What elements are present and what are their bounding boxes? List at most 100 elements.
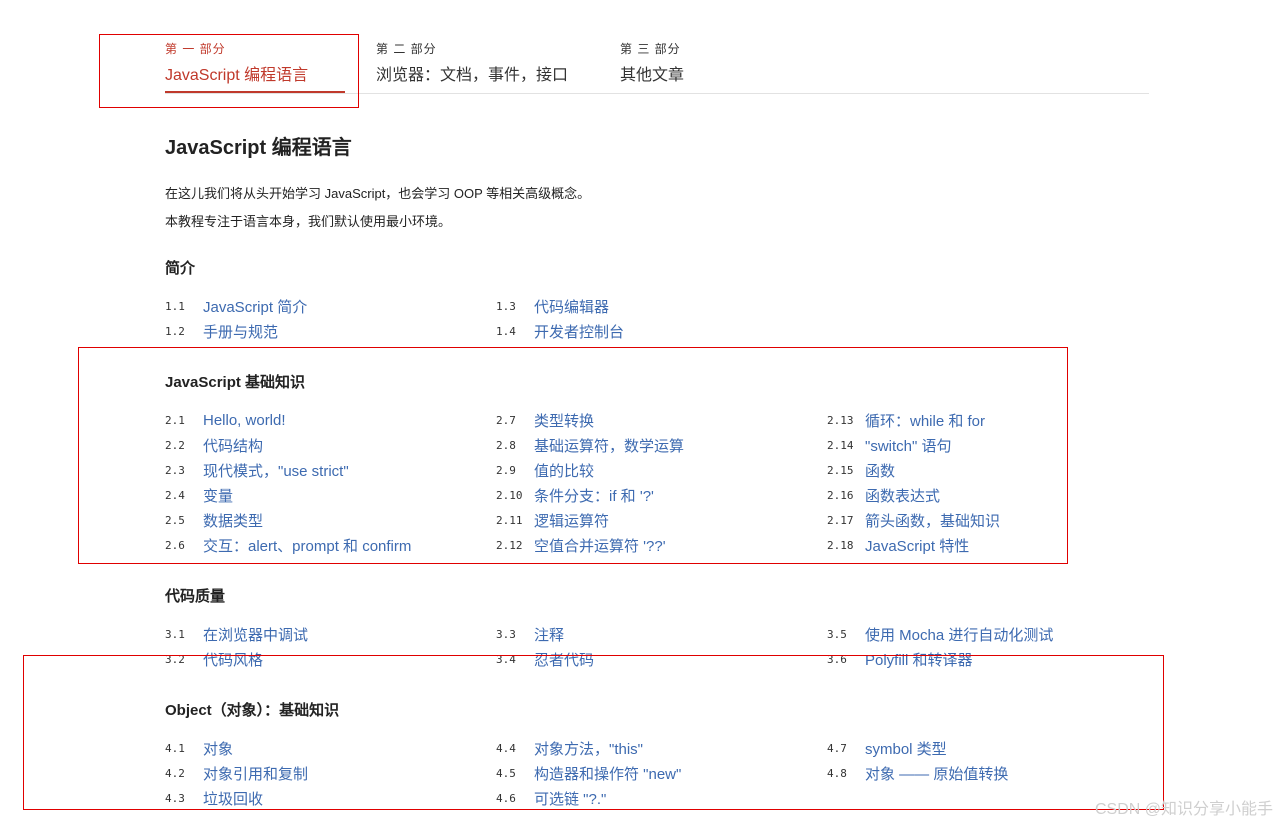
toc-item[interactable]: 2.15 函数	[827, 459, 895, 481]
toc-item-number: 1.3	[496, 299, 516, 313]
toc-item-number: 2.1	[165, 413, 185, 427]
toc-item-number: 2.6	[165, 538, 185, 552]
tab-part-1-kicker: 第 一 部分	[165, 42, 226, 56]
toc-item-link[interactable]: 使用 Mocha 进行自动化测试	[865, 624, 1053, 645]
toc-item-link[interactable]: 基础运算符，数学运算	[534, 435, 684, 456]
toc-item-link[interactable]: 开发者控制台	[534, 321, 624, 342]
toc-item-number: 3.3	[496, 627, 516, 641]
toc-item[interactable]: 1.1 JavaScript 简介	[165, 295, 307, 317]
toc-item-link[interactable]: 类型转换	[534, 410, 594, 431]
toc-item-link[interactable]: 对象方法，"this"	[534, 738, 643, 759]
toc-item[interactable]: 2.7 类型转换	[496, 409, 594, 431]
toc-item-link[interactable]: 垃圾回收	[203, 788, 263, 809]
toc-item-link[interactable]: JavaScript 特性	[865, 535, 969, 556]
toc-item-number: 2.9	[496, 463, 516, 477]
toc-item-link[interactable]: symbol 类型	[865, 738, 947, 759]
toc-item-link[interactable]: 代码结构	[203, 435, 263, 456]
toc-item-number: 2.17	[827, 513, 854, 527]
toc-item[interactable]: 3.5 使用 Mocha 进行自动化测试	[827, 623, 1053, 645]
toc-item[interactable]: 2.12 空值合并运算符 '??'	[496, 534, 666, 556]
toc-item-link[interactable]: 忍者代码	[534, 649, 594, 670]
toc-item-link[interactable]: 数据类型	[203, 510, 263, 531]
toc-item-number: 3.2	[165, 652, 185, 666]
toc-item[interactable]: 2.18 JavaScript 特性	[827, 534, 969, 556]
toc-item-number: 2.11	[496, 513, 523, 527]
section-title-intro: 简介	[165, 260, 196, 277]
toc-item[interactable]: 1.2 手册与规范	[165, 320, 278, 342]
toc-item-link[interactable]: "switch" 语句	[865, 435, 952, 456]
tab-part-2-label: 浏览器：文档，事件，接口	[376, 67, 569, 84]
toc-item[interactable]: 4.8 对象 —— 原始值转换	[827, 762, 1008, 784]
tab-part-2[interactable]: 第 二 部分 浏览器：文档，事件，接口	[376, 40, 596, 93]
toc-item[interactable]: 3.4 忍者代码	[496, 648, 594, 670]
toc-item-number: 4.5	[496, 766, 516, 780]
toc-item-link[interactable]: 代码风格	[203, 649, 263, 670]
toc-item-number: 2.8	[496, 438, 516, 452]
toc-item-link[interactable]: 函数	[865, 460, 895, 481]
toc-item-link[interactable]: 现代模式，"use strict"	[203, 460, 349, 481]
toc-item[interactable]: 2.16 函数表达式	[827, 484, 940, 506]
toc-item-link[interactable]: 对象 —— 原始值转换	[865, 763, 1008, 784]
toc-item-link[interactable]: Polyfill 和转译器	[865, 649, 973, 670]
toc-item[interactable]: 2.3 现代模式，"use strict"	[165, 459, 349, 481]
toc-item-number: 2.5	[165, 513, 185, 527]
toc-item-link[interactable]: 代码编辑器	[534, 296, 609, 317]
toc-item-number: 3.1	[165, 627, 185, 641]
toc-item-number: 2.12	[496, 538, 523, 552]
toc-item-link[interactable]: 对象引用和复制	[203, 763, 308, 784]
toc-item-link[interactable]: 注释	[534, 624, 564, 645]
toc-item[interactable]: 4.5 构造器和操作符 "new"	[496, 762, 681, 784]
toc-item-link[interactable]: Hello, world!	[203, 412, 286, 429]
toc-item-number: 2.2	[165, 438, 185, 452]
tab-part-3-label: 其他文章	[620, 67, 685, 84]
toc-item-number: 1.4	[496, 324, 516, 338]
toc-item[interactable]: 2.11 逻辑运算符	[496, 509, 609, 531]
toc-item-link[interactable]: 函数表达式	[865, 485, 940, 506]
toc-item[interactable]: 1.3 代码编辑器	[496, 295, 609, 317]
toc-item-link[interactable]: 值的比较	[534, 460, 594, 481]
toc-item[interactable]: 2.8 基础运算符，数学运算	[496, 434, 684, 456]
toc-item[interactable]: 2.13 循环：while 和 for	[827, 409, 985, 431]
toc-item[interactable]: 3.2 代码风格	[165, 648, 263, 670]
toc-item-number: 3.5	[827, 627, 847, 641]
tab-part-1[interactable]: 第 一 部分 JavaScript 编程语言	[165, 40, 345, 93]
toc-item[interactable]: 4.3 垃圾回收	[165, 787, 263, 809]
toc-item-link[interactable]: 构造器和操作符 "new"	[534, 763, 681, 784]
toc-item[interactable]: 3.6 Polyfill 和转译器	[827, 648, 973, 670]
toc-item-link[interactable]: 条件分支：if 和 '?'	[534, 485, 654, 506]
toc-item-number: 4.7	[827, 741, 847, 755]
tab-part-3[interactable]: 第 三 部分 其他文章	[620, 40, 740, 93]
toc-item[interactable]: 4.1 对象	[165, 737, 233, 759]
toc-item[interactable]: 3.1 在浏览器中调试	[165, 623, 308, 645]
toc-item[interactable]: 4.7 symbol 类型	[827, 737, 947, 759]
tab-part-1-label: JavaScript 编程语言	[165, 67, 309, 84]
toc-item-number: 4.6	[496, 791, 516, 805]
toc-item[interactable]: 2.5 数据类型	[165, 509, 263, 531]
toc-item[interactable]: 4.4 对象方法，"this"	[496, 737, 643, 759]
toc-item-link[interactable]: 循环：while 和 for	[865, 410, 985, 431]
toc-item[interactable]: 3.3 注释	[496, 623, 564, 645]
toc-item-link[interactable]: 对象	[203, 738, 233, 759]
toc-item-link[interactable]: 箭头函数，基础知识	[865, 510, 1000, 531]
toc-item[interactable]: 2.9 值的比较	[496, 459, 594, 481]
toc-item-link[interactable]: 变量	[203, 485, 233, 506]
toc-item[interactable]: 2.4 变量	[165, 484, 233, 506]
toc-item[interactable]: 4.6 可选链 "?."	[496, 787, 606, 809]
toc-item-number: 2.4	[165, 488, 185, 502]
toc-item-link[interactable]: 空值合并运算符 '??'	[534, 535, 666, 556]
toc-item[interactable]: 2.6 交互：alert、prompt 和 confirm	[165, 534, 411, 556]
toc-item-link[interactable]: 可选链 "?."	[534, 788, 606, 809]
toc-item[interactable]: 2.17 箭头函数，基础知识	[827, 509, 1000, 531]
toc-item[interactable]: 4.2 对象引用和复制	[165, 762, 308, 784]
toc-item-link[interactable]: 在浏览器中调试	[203, 624, 308, 645]
toc-item[interactable]: 1.4 开发者控制台	[496, 320, 624, 342]
toc-item[interactable]: 2.2 代码结构	[165, 434, 263, 456]
toc-item[interactable]: 2.14 "switch" 语句	[827, 434, 952, 456]
toc-item[interactable]: 2.10 条件分支：if 和 '?'	[496, 484, 654, 506]
watermark: CSDN @知识分享小能手	[1094, 801, 1273, 818]
toc-item-link[interactable]: 逻辑运算符	[534, 510, 609, 531]
toc-item-link[interactable]: 手册与规范	[203, 321, 278, 342]
toc-item-link[interactable]: 交互：alert、prompt 和 confirm	[203, 535, 411, 556]
toc-item[interactable]: 2.1 Hello, world!	[165, 409, 286, 431]
toc-item-link[interactable]: JavaScript 简介	[203, 296, 307, 317]
